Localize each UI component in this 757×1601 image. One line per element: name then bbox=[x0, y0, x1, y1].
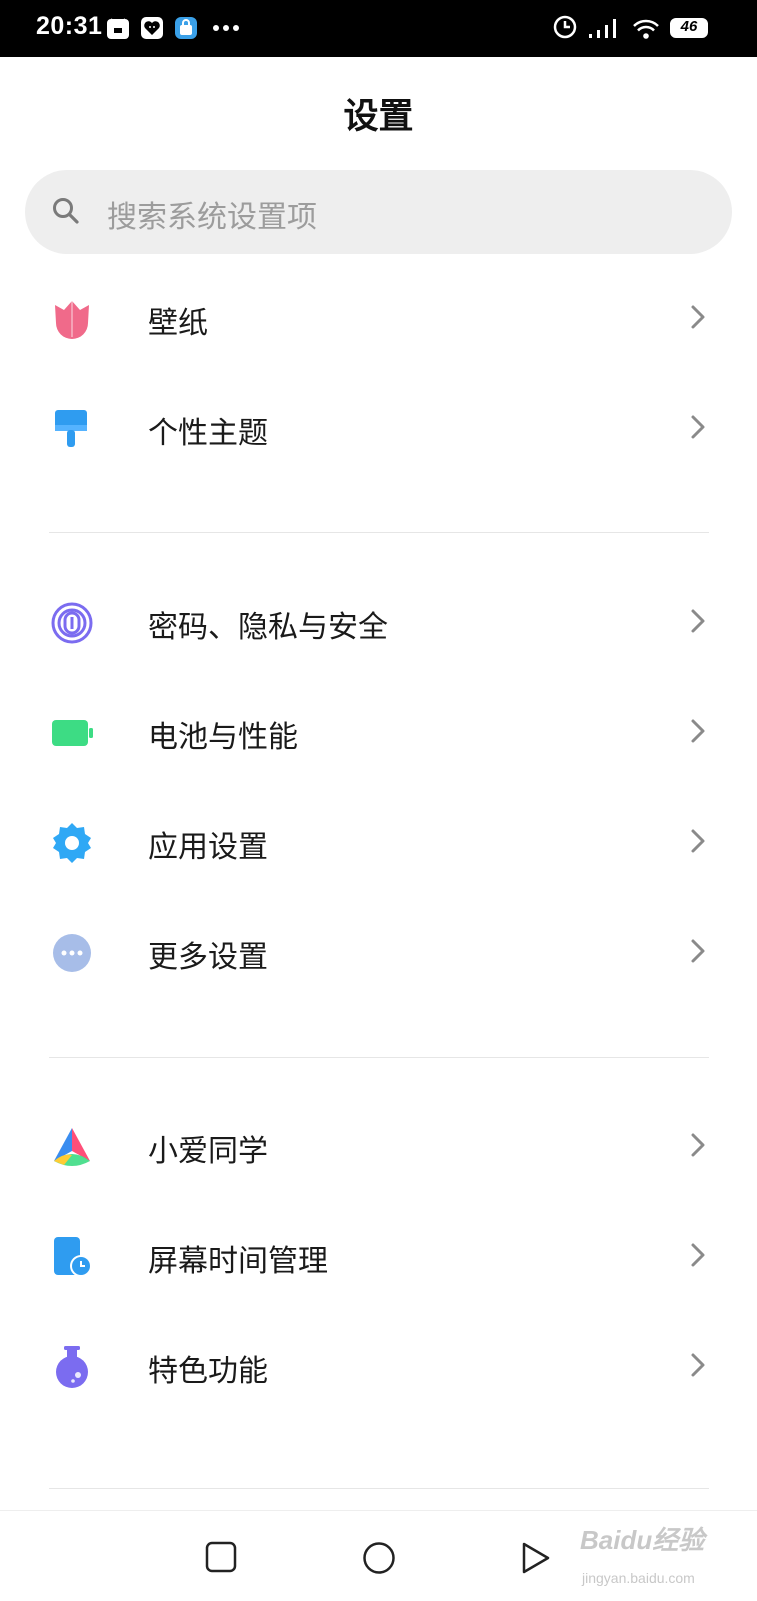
settings-item-label: 电池与性能 bbox=[148, 720, 298, 755]
settings-item-more-settings[interactable]: 更多设置 bbox=[0, 898, 757, 1008]
search-placeholder: 搜索系统设置项 bbox=[107, 200, 317, 235]
more-dots-circle-icon bbox=[53, 934, 91, 972]
chevron-right-icon bbox=[691, 1133, 705, 1157]
more-dots-icon bbox=[213, 25, 239, 31]
flask-icon bbox=[56, 1346, 88, 1388]
signal-icon bbox=[589, 19, 616, 38]
settings-item-label: 应用设置 bbox=[148, 830, 268, 865]
settings-item-wallpaper[interactable]: 壁纸 bbox=[0, 264, 757, 374]
settings-item-label: 更多设置 bbox=[148, 940, 268, 975]
mi-notify-icon bbox=[107, 18, 129, 39]
section-divider bbox=[49, 1488, 709, 1489]
screen-time-icon bbox=[54, 1237, 92, 1277]
battery-level: 46 bbox=[680, 18, 698, 35]
paintbrush-theme-icon bbox=[55, 410, 87, 447]
chevron-right-icon bbox=[691, 829, 705, 853]
settings-item-label: 壁纸 bbox=[148, 306, 208, 341]
battery-icon: 46 bbox=[670, 18, 708, 38]
settings-item-screen-time[interactable]: 屏幕时间管理 bbox=[0, 1202, 757, 1312]
recent-apps-square-icon[interactable] bbox=[205, 1541, 237, 1573]
wifi-icon bbox=[633, 19, 659, 39]
chevron-right-icon bbox=[691, 1353, 705, 1377]
chevron-right-icon bbox=[691, 415, 705, 439]
chevron-right-icon bbox=[691, 939, 705, 963]
section-divider bbox=[49, 1057, 709, 1058]
settings-item-label: 个性主题 bbox=[148, 416, 268, 451]
settings-item-label: 屏幕时间管理 bbox=[148, 1244, 328, 1279]
store-bag-icon bbox=[175, 17, 197, 39]
chevron-right-icon bbox=[691, 609, 705, 633]
xiaoai-assistant-icon bbox=[54, 1128, 90, 1166]
page-title: 设置 bbox=[343, 97, 414, 137]
settings-item-xiaoai[interactable]: 小爱同学 bbox=[0, 1092, 757, 1202]
search-icon bbox=[53, 198, 79, 224]
alarm-clock-icon bbox=[553, 15, 577, 39]
home-circle-icon[interactable] bbox=[362, 1541, 396, 1575]
settings-item-app-settings[interactable]: 应用设置 bbox=[0, 788, 757, 898]
settings-item-label: 密码、隐私与安全 bbox=[148, 610, 388, 645]
chevron-right-icon bbox=[691, 305, 705, 329]
settings-item-label: 特色功能 bbox=[148, 1354, 268, 1389]
watermark: Baidu经验 bbox=[580, 1525, 705, 1555]
tulip-wallpaper-icon bbox=[55, 301, 89, 339]
battery-icon bbox=[52, 720, 93, 746]
watermark-url: jingyan.baidu.com bbox=[582, 1570, 695, 1586]
section-divider bbox=[49, 532, 709, 533]
back-triangle-icon[interactable] bbox=[521, 1541, 551, 1575]
gear-icon bbox=[53, 823, 91, 863]
search-input[interactable]: 搜索系统设置项 bbox=[25, 170, 732, 254]
heart-app-icon bbox=[141, 17, 163, 39]
fingerprint-icon bbox=[51, 602, 93, 644]
settings-item-battery-performance[interactable]: 电池与性能 bbox=[0, 678, 757, 788]
settings-item-label: 小爱同学 bbox=[148, 1134, 268, 1169]
settings-item-password-privacy-security[interactable]: 密码、隐私与安全 bbox=[0, 568, 757, 678]
status-time: 20:31 bbox=[36, 12, 103, 40]
settings-item-theme[interactable]: 个性主题 bbox=[0, 374, 757, 484]
chevron-right-icon bbox=[691, 1243, 705, 1267]
settings-item-special-features[interactable]: 特色功能 bbox=[0, 1312, 757, 1422]
chevron-right-icon bbox=[691, 719, 705, 743]
status-bar: 20:31 46 bbox=[0, 0, 757, 57]
